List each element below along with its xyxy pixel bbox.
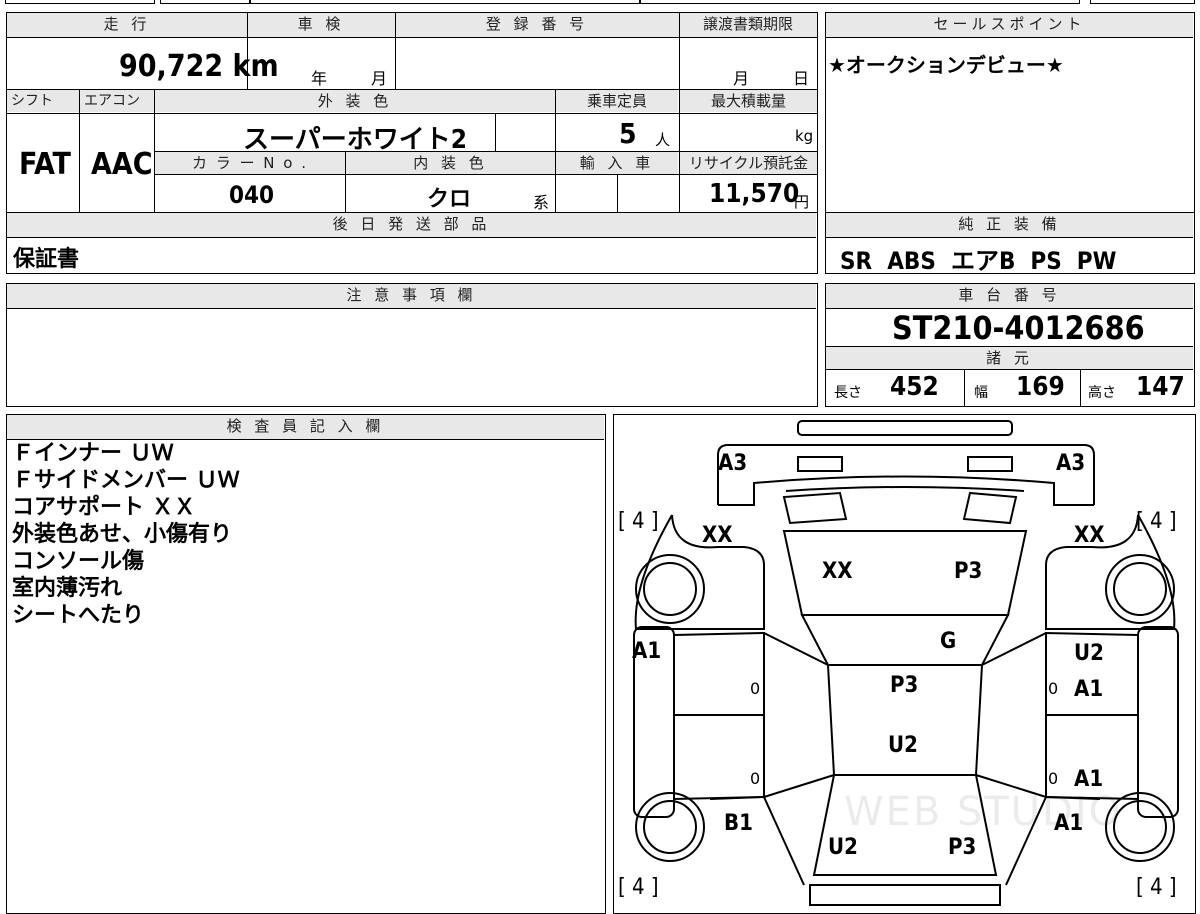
aircon-value: AAC — [91, 147, 153, 182]
inspector-note: 外装色あせ、小傷有り — [12, 522, 233, 547]
registration-header: 登 録 番 号 — [395, 13, 679, 37]
length-value: 452 — [890, 372, 939, 402]
inspector-note: Ｆインナー ＵＷ — [12, 441, 174, 466]
mark-fender-fr: XX — [1074, 523, 1105, 548]
car-diagram-box: WEB STUDIO A3 A3 [ 4 ] [ 4 ] XX XX XX P3… — [613, 414, 1196, 914]
import-header: 輸 入 車 — [556, 152, 678, 174]
mark-door-fl: A1 — [632, 639, 662, 664]
deadline-month-unit: 月 — [733, 69, 750, 88]
height-value: 147 — [1136, 372, 1185, 402]
interior-color-header: 内 装 色 — [346, 152, 555, 174]
color-no-value: 040 — [229, 181, 275, 209]
interior-color-value: クロ — [427, 187, 472, 212]
height-label: 高さ — [1088, 385, 1116, 401]
specs-header: 諸 元 — [826, 347, 1193, 369]
recycle-header: リサイクル預託金 — [680, 152, 817, 174]
inspection-month-unit: 月 — [371, 69, 388, 88]
later-parts-box: 後 日 発 送 部 品 保証書 — [6, 212, 818, 274]
mark-zero-4: 0 — [1048, 769, 1059, 788]
sales-point-value: ★オークションデビュー★ — [828, 53, 1064, 77]
shift-header: シフト — [7, 90, 79, 112]
mark-tire-fr: [ 4 ] — [1136, 509, 1177, 534]
later-parts-value: 保証書 — [13, 247, 80, 272]
mark-trunk-left: U2 — [828, 835, 858, 860]
top-strip-box-3 — [250, 0, 640, 4]
inspector-note: コアサポート ＸＸ — [12, 495, 196, 520]
later-parts-header: 後 日 発 送 部 品 — [7, 213, 816, 237]
inspector-header: 検 査 員 記 入 欄 — [7, 415, 604, 439]
car-diagram — [633, 420, 1179, 906]
mark-zero-1: 0 — [750, 679, 761, 698]
notes-box: 注 意 事 項 欄 — [6, 283, 818, 407]
recycle-value: 11,570 — [709, 179, 800, 209]
chassis-no-header: 車 台 番 号 — [826, 284, 1193, 308]
transfer-deadline-header: 譲渡書類期限 — [679, 13, 817, 37]
top-strip-box-2 — [160, 0, 250, 4]
shift-value: FAT — [19, 147, 71, 182]
inspector-notes-list: Ｆインナー ＵＷ Ｆサイドメンバー ＵＷ コアサポート ＸＸ 外装色あせ、小傷有… — [12, 440, 240, 629]
mark-front-left-a3: A3 — [718, 451, 748, 476]
sales-point-header: セールスポイント — [826, 13, 1193, 37]
interior-color-suffix: 系 — [533, 193, 550, 212]
chassis-specs-box: 車 台 番 号 ST210-4012686 諸 元 長さ 452 幅 169 高… — [825, 283, 1195, 407]
mark-zero-2: 0 — [1048, 679, 1059, 698]
aircon-header: エアコン — [80, 90, 154, 112]
length-label: 長さ — [834, 385, 862, 401]
notes-header: 注 意 事 項 欄 — [7, 284, 816, 308]
genuine-equipment-header: 純 正 装 備 — [826, 213, 1193, 237]
max-load-header: 最大積載量 — [680, 90, 817, 112]
deadline-day-unit: 日 — [793, 69, 810, 88]
width-label: 幅 — [974, 385, 988, 401]
genuine-equipment-value: SR ABS エアB PS PW — [840, 247, 1117, 275]
color-no-header: カ ラ ー N o . — [155, 152, 345, 174]
mark-hood-left: XX — [822, 559, 853, 584]
width-value: 169 — [1016, 372, 1065, 402]
chassis-no-value: ST210-4012686 — [892, 309, 1145, 347]
mark-windshield: G — [940, 629, 957, 654]
vehicle-info-table: 走 行 車 検 登 録 番 号 譲渡書類期限 90,722 km 年 月 月 日… — [6, 12, 818, 213]
exterior-color-header: 外 装 色 — [155, 90, 555, 112]
inspector-note: 室内薄汚れ — [12, 576, 123, 601]
genuine-equipment-box: 純 正 装 備 SR ABS エアB PS PW — [825, 212, 1195, 275]
capacity-header: 乗車定員 — [556, 90, 678, 112]
mileage-value: 90,722 km — [119, 49, 279, 84]
mark-roof-top: P3 — [890, 673, 919, 698]
inspection-header: 車 検 — [247, 13, 395, 37]
max-load-unit: kg — [795, 127, 814, 145]
mark-trunk-right: P3 — [948, 835, 977, 860]
top-strip-box-1 — [5, 0, 155, 4]
inspector-note: シートへたり — [12, 603, 145, 628]
top-strip-box-5 — [1090, 0, 1195, 4]
sales-point-box: セールスポイント ★オークションデビュー★ — [825, 12, 1195, 213]
mark-door-rr: A1 — [1074, 767, 1104, 792]
mark-roof-bottom: U2 — [888, 733, 918, 758]
mileage-header: 走 行 — [7, 13, 247, 37]
mark-quarter-rr: A1 — [1054, 811, 1084, 836]
recycle-unit: 円 — [794, 193, 810, 211]
inspector-note: コンソール傷 — [12, 549, 145, 574]
capacity-unit: 人 — [655, 131, 671, 149]
mark-door-fr: A1 — [1074, 677, 1104, 702]
mark-tire-fl: [ 4 ] — [618, 509, 659, 534]
mark-fender-fl: XX — [702, 523, 733, 548]
mark-tire-rl: [ 4 ] — [618, 875, 659, 900]
top-strip-box-4 — [640, 0, 1080, 4]
mark-zero-3: 0 — [750, 769, 761, 788]
mark-door-fr-top: U2 — [1074, 641, 1104, 666]
mark-quarter-rl: B1 — [724, 811, 753, 836]
inspector-note: Ｆサイドメンバー ＵＷ — [12, 468, 240, 493]
inspection-year-unit: 年 — [311, 69, 328, 88]
mark-front-right-a3: A3 — [1056, 451, 1086, 476]
mark-tire-rr: [ 4 ] — [1136, 875, 1177, 900]
mark-hood-right: P3 — [954, 559, 983, 584]
capacity-value: 5 — [619, 117, 637, 150]
